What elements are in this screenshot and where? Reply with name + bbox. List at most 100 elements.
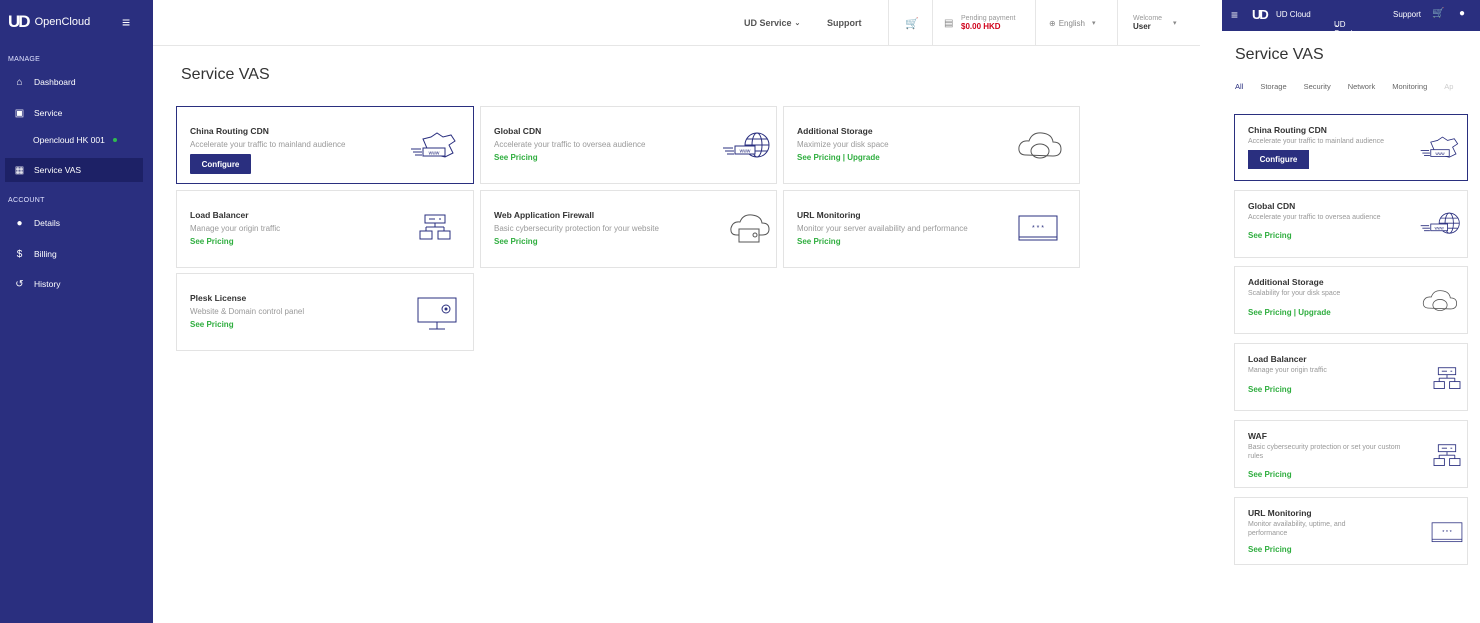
svg-text:www: www xyxy=(1435,151,1445,156)
load-balancer-icon xyxy=(419,214,451,240)
card-desc: Scalability for your disk space xyxy=(1248,290,1341,297)
card-title: China Routing CDN xyxy=(190,126,269,136)
section-label-manage: MANAGE xyxy=(8,56,41,63)
firewall-cloud-icon xyxy=(730,214,770,243)
cart-icon[interactable]: 🛒 xyxy=(905,0,919,46)
service-card-global-cdn[interactable]: Global CDN Accelerate your traffic to ov… xyxy=(480,106,777,184)
globe-icon: ⊕ xyxy=(1049,18,1056,28)
user-name: User xyxy=(1133,22,1151,31)
service-card-load-balancer[interactable]: Load Balancer Manage your origin traffic… xyxy=(176,190,474,268)
see-pricing-link[interactable]: See Pricing xyxy=(1248,470,1292,479)
see-pricing-link[interactable]: See Pricing xyxy=(1248,385,1292,394)
tab-all[interactable]: All xyxy=(1235,82,1243,91)
divider xyxy=(932,0,933,46)
globe-icon: www xyxy=(1420,212,1460,234)
mobile-card-additional-storage[interactable]: Additional Storage Scalability for your … xyxy=(1234,266,1468,334)
svg-text:www: www xyxy=(429,151,440,157)
language-label: English xyxy=(1058,18,1085,28)
monitor-icon: * * * xyxy=(1431,522,1463,543)
pending-amount: $0.00 HKD xyxy=(961,22,1001,31)
sidebar-item-billing[interactable]: $ Billing xyxy=(5,242,143,266)
menu-icon[interactable]: ≡ xyxy=(1231,8,1238,22)
card-desc: Basic cybersecurity protection for your … xyxy=(494,224,659,233)
mobile-card-load-balancer[interactable]: Load Balancer Manage your origin traffic… xyxy=(1234,343,1468,411)
card-title: Load Balancer xyxy=(1248,354,1307,364)
card-title: Plesk License xyxy=(190,293,247,303)
mobile-card-global-cdn[interactable]: Global CDN Accelerate your traffic to ov… xyxy=(1234,190,1468,258)
sidebar-item-service-vas[interactable]: ▦ Service VAS xyxy=(5,158,143,182)
see-pricing-link[interactable]: See Pricing xyxy=(1248,231,1292,240)
pricing-upgrade-link[interactable]: See Pricing | Upgrade xyxy=(797,153,880,162)
see-pricing-link[interactable]: See Pricing xyxy=(1248,545,1292,554)
caret-down-icon: ▾ xyxy=(1091,20,1096,27)
see-pricing-link[interactable]: See Pricing xyxy=(494,153,538,162)
user-icon[interactable]: ● xyxy=(1459,8,1465,19)
sidebar-item-dashboard[interactable]: ⌂ Dashboard xyxy=(5,70,143,94)
mobile-brand-name[interactable]: UD Cloud xyxy=(1276,10,1311,19)
mobile-card-china-routing-cdn[interactable]: China Routing CDN Accelerate your traffi… xyxy=(1234,114,1468,181)
configure-button[interactable]: Configure xyxy=(1248,150,1309,169)
sidebar-item-label: Opencloud HK 001 xyxy=(33,135,105,145)
tab-more[interactable]: Ap xyxy=(1444,82,1453,91)
chevron-down-icon: ⌄ xyxy=(794,20,801,27)
category-tabs: All Storage Security Network Monitoring … xyxy=(1235,82,1453,91)
cdn-map-icon: www xyxy=(1420,136,1459,158)
card-desc: Monitor your server availability and per… xyxy=(797,224,968,233)
sidebar-item-opencloud-hk-001[interactable]: Opencloud HK 001 xyxy=(33,135,117,145)
caret-down-icon[interactable]: ▾ xyxy=(1173,0,1177,46)
pricing-upgrade-link[interactable]: See Pricing | Upgrade xyxy=(1248,308,1331,317)
language-select[interactable]: ⊕ English ▾ xyxy=(1049,0,1095,46)
see-pricing-link[interactable]: See Pricing xyxy=(190,320,234,329)
cloud-icon xyxy=(1422,290,1458,311)
tab-security[interactable]: Security xyxy=(1304,82,1331,91)
card-title: Web Application Firewall xyxy=(494,210,595,220)
card-desc: Basic cybersecurity protection or set yo… xyxy=(1248,444,1401,460)
ud-service-label: UD Service xyxy=(744,18,792,28)
support-link[interactable]: Support xyxy=(827,0,862,46)
mobile-support-link[interactable]: Support xyxy=(1393,10,1421,19)
divider xyxy=(1035,0,1036,46)
cloud-icon xyxy=(1018,132,1062,159)
menu-toggle-icon[interactable]: ≡ xyxy=(122,14,130,30)
section-label-account: ACCOUNT xyxy=(8,197,45,204)
status-dot-icon xyxy=(112,138,117,142)
mobile-card-waf[interactable]: WAF Basic cybersecurity protection or se… xyxy=(1234,420,1468,488)
see-pricing-link[interactable]: See Pricing xyxy=(797,237,841,246)
card-title: Load Balancer xyxy=(190,210,249,220)
ud-service-menu[interactable]: UD Service ⌄ xyxy=(744,0,800,46)
dollar-icon: $ xyxy=(16,248,23,260)
service-card-plesk-license[interactable]: Plesk License Website & Domain control p… xyxy=(176,273,474,351)
top-bar: UD Service ⌄ Support 🛒 ▤ Pending payment … xyxy=(153,0,1200,46)
service-card-additional-storage[interactable]: Additional Storage Maximize your disk sp… xyxy=(783,106,1080,184)
mobile-view: ≡ UD UD Cloud UD Service ⌄ Support 🛒 ● S… xyxy=(1222,0,1480,623)
cart-icon[interactable]: 🛒 xyxy=(1432,8,1444,19)
svg-text:www: www xyxy=(1435,225,1445,230)
tab-monitoring[interactable]: Monitoring xyxy=(1392,82,1427,91)
ud-logo-icon: UD xyxy=(8,12,31,31)
sidebar-item-details[interactable]: ● Details xyxy=(5,211,143,235)
mobile-card-url-monitoring[interactable]: URL Monitoring Monitor availability, upt… xyxy=(1234,497,1468,565)
sidebar-item-service[interactable]: ▣ Service xyxy=(5,101,143,125)
welcome-label: Welcome xyxy=(1133,15,1163,22)
see-pricing-link[interactable]: See Pricing xyxy=(494,237,538,246)
brand-logo[interactable]: UD OpenCloud xyxy=(8,12,90,32)
configure-button[interactable]: Configure xyxy=(190,154,251,174)
user-menu[interactable]: Welcome User xyxy=(1133,0,1162,46)
sidebar-item-label: Dashboard xyxy=(34,77,76,87)
service-card-waf[interactable]: Web Application Firewall Basic cybersecu… xyxy=(480,190,777,268)
tab-network[interactable]: Network xyxy=(1348,82,1376,91)
pending-payment[interactable]: Pending payment $0.00 HKD xyxy=(961,0,1015,46)
service-card-url-monitoring[interactable]: URL Monitoring Monitor your server avail… xyxy=(783,190,1080,268)
history-icon: ↺ xyxy=(15,278,24,290)
sidebar-item-history[interactable]: ↺ History xyxy=(5,272,143,296)
card-title: WAF xyxy=(1248,431,1267,441)
tab-storage[interactable]: Storage xyxy=(1260,82,1286,91)
service-card-china-routing-cdn[interactable]: China Routing CDN Accelerate your traffi… xyxy=(176,106,474,184)
page-title: Service VAS xyxy=(181,66,270,83)
card-desc: Accelerate your traffic to mainland audi… xyxy=(190,140,346,149)
see-pricing-link[interactable]: See Pricing xyxy=(190,237,234,246)
cdn-map-icon: www xyxy=(411,132,456,158)
mobile-page-title: Service VAS xyxy=(1235,46,1324,63)
mobile-top-bar: ≡ UD UD Cloud UD Service ⌄ Support 🛒 ● xyxy=(1222,0,1480,38)
sidebar-item-label: Details xyxy=(34,218,60,228)
